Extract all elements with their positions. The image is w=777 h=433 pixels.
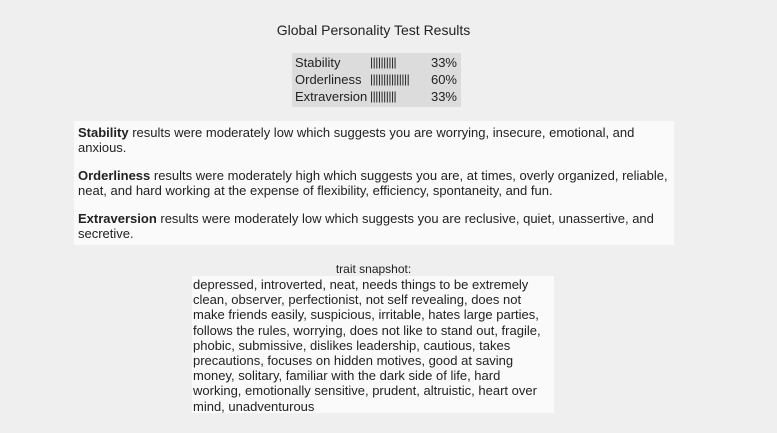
snapshot-label: trait snapshot: — [335, 262, 412, 276]
description-orderliness: Orderliness results were moderately high… — [78, 168, 670, 198]
score-bar: |||||||||| — [370, 89, 397, 103]
results-page: Global Personality Test Results Stabilit… — [0, 0, 777, 433]
score-row-extraversion: Extraversion |||||||||| 33% — [295, 88, 457, 105]
description-extraversion: Extraversion results were moderately low… — [78, 211, 670, 241]
page-title: Global Personality Test Results — [276, 22, 471, 38]
score-percent: 33% — [430, 55, 457, 70]
score-row-stability: Stability |||||||||| 33% — [295, 54, 457, 71]
score-name: Stability — [295, 55, 341, 70]
score-bar: |||||||||| — [370, 55, 397, 69]
score-name: Orderliness — [295, 72, 362, 87]
trait-descriptions: Stability results were moderately low wh… — [74, 121, 674, 245]
description-text: results were moderately low which sugges… — [78, 125, 635, 155]
trait-name: Orderliness — [78, 168, 151, 183]
scores-table: Stability |||||||||| 33% Orderliness |||… — [292, 53, 461, 107]
score-percent: 33% — [430, 89, 457, 104]
description-text: results were moderately high which sugge… — [78, 168, 668, 198]
trait-name: Stability — [78, 125, 129, 140]
score-name: Extraversion — [295, 89, 368, 104]
description-stability: Stability results were moderately low wh… — [78, 125, 670, 155]
score-row-orderliness: Orderliness ||||||||||||||| 60% — [295, 71, 457, 88]
description-text: results were moderately low which sugges… — [78, 211, 654, 241]
snapshot-text: depressed, introverted, neat, needs thin… — [192, 276, 554, 414]
score-bar: ||||||||||||||| — [370, 72, 410, 86]
score-percent: 60% — [430, 72, 457, 87]
trait-name: Extraversion — [78, 211, 157, 226]
